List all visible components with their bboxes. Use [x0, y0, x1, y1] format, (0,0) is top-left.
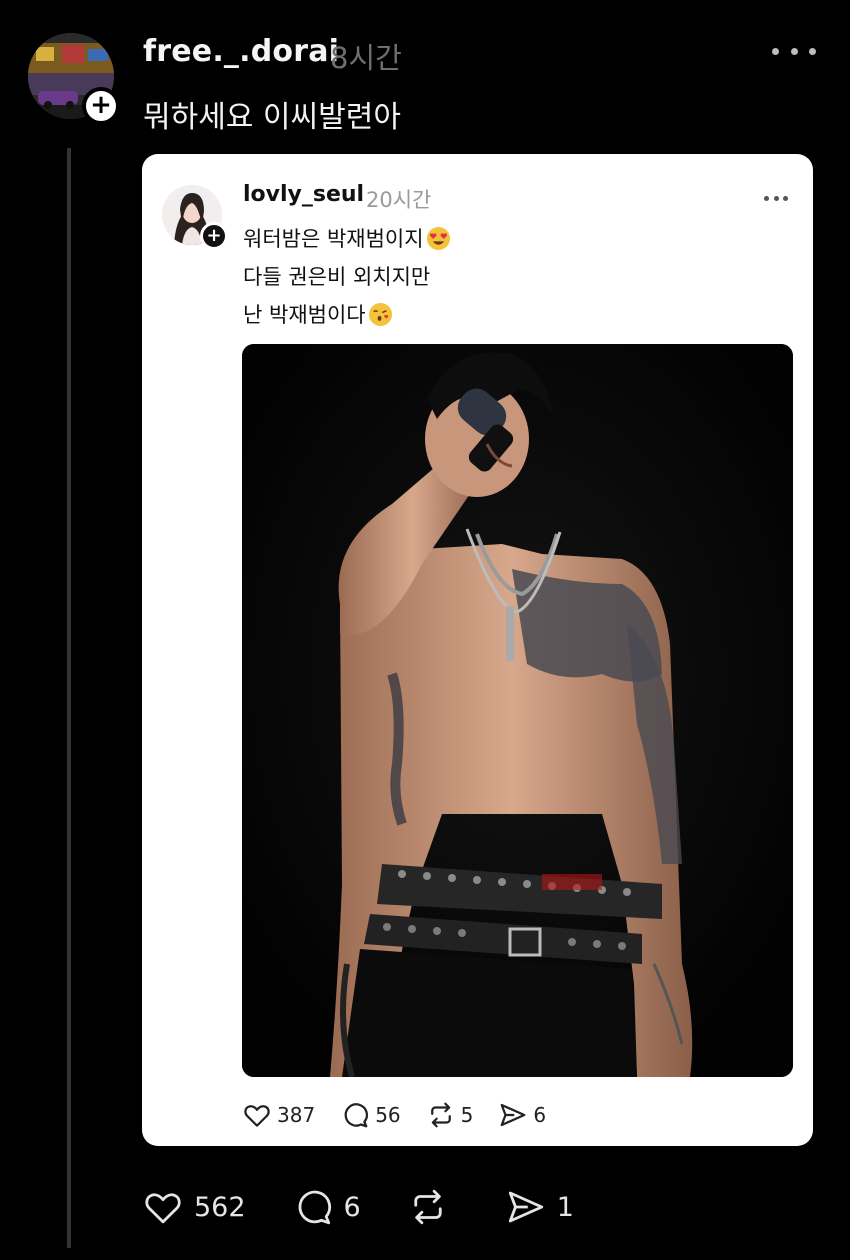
- send-icon: [508, 1191, 543, 1223]
- quoted-post-timestamp: 20시간: [366, 188, 432, 212]
- heart-eyes-emoji-icon: [426, 226, 450, 251]
- quoted-text-line: 워터밤은 박재범이지: [243, 220, 451, 258]
- quoted-like-button[interactable]: 387: [242, 1100, 315, 1130]
- more-options-button[interactable]: [772, 36, 816, 66]
- concert-performer-photo: [242, 344, 793, 1077]
- repost-icon: [430, 1102, 451, 1128]
- comment-icon: [298, 1190, 331, 1225]
- quoted-share-button[interactable]: 6: [498, 1100, 546, 1130]
- post-timestamp: 8시간: [330, 41, 402, 75]
- follow-button[interactable]: +: [82, 87, 120, 125]
- repost-icon: [414, 1189, 442, 1225]
- quoted-text-line-1: 워터밤은 박재범이지: [243, 227, 424, 251]
- quoted-text-line: 난 박재범이다: [243, 296, 451, 334]
- share-button[interactable]: 1: [505, 1186, 574, 1228]
- more-dot-icon: [790, 47, 798, 55]
- quoted-text-line-3: 난 박재범이다: [243, 303, 366, 327]
- quoted-more-options-button[interactable]: [764, 194, 788, 202]
- quoted-reply-count: 56: [375, 1103, 401, 1127]
- thread-line: [67, 148, 71, 1248]
- quoted-post-text: 워터밤은 박재범이지 다들 권은비 외치지만 난 박재범이다: [243, 220, 451, 334]
- repost-button[interactable]: [407, 1186, 459, 1228]
- quoted-share-count: 6: [533, 1103, 547, 1127]
- post-text: 뭐하세요 이씨발련아: [143, 100, 401, 135]
- comment-icon: [344, 1103, 369, 1128]
- heart-icon: [145, 1193, 181, 1224]
- quoted-repost-count: 5: [460, 1103, 474, 1127]
- author-username[interactable]: free._.dorai: [143, 34, 339, 69]
- more-dot-icon: [772, 47, 779, 55]
- more-dot-icon: [809, 47, 816, 55]
- quoted-author-username[interactable]: lovly_seul: [243, 182, 364, 207]
- send-icon: [501, 1103, 526, 1127]
- more-dot-icon: [764, 195, 769, 201]
- quoted-repost-button[interactable]: 5: [426, 1100, 474, 1130]
- like-button[interactable]: 562: [142, 1186, 246, 1228]
- quoted-text-line-2: 다들 권은비 외치지만: [243, 265, 431, 289]
- like-count: 562: [194, 1191, 246, 1223]
- heart-icon: [244, 1105, 270, 1127]
- quoted-reply-button[interactable]: 56: [340, 1100, 401, 1130]
- quoted-text-line: 다들 권은비 외치지만: [243, 258, 451, 296]
- quoted-follow-button[interactable]: +: [200, 222, 228, 250]
- kissing-heart-emoji-icon: [368, 302, 392, 327]
- plus-icon: +: [206, 224, 222, 246]
- thread-post: + free._.dorai 8시간 뭐하세요 이씨발련아 + lovly_se…: [0, 0, 850, 1260]
- reply-button[interactable]: 6: [292, 1186, 361, 1228]
- quoted-post-photo[interactable]: [242, 344, 793, 1077]
- reply-count: 6: [343, 1191, 361, 1223]
- share-count: 1: [556, 1191, 574, 1223]
- quoted-post-actions: 387 56 5 6: [242, 1098, 571, 1132]
- quoted-post[interactable]: + lovly_seul 20시간 워터밤은 박재범이지 다들 권은비 외치지만: [142, 154, 813, 1146]
- post-actions: 562 6 1: [142, 1183, 620, 1231]
- more-dot-icon: [783, 195, 788, 201]
- more-dot-icon: [773, 195, 779, 201]
- quoted-like-count: 387: [277, 1103, 316, 1127]
- plus-icon: +: [90, 90, 112, 120]
